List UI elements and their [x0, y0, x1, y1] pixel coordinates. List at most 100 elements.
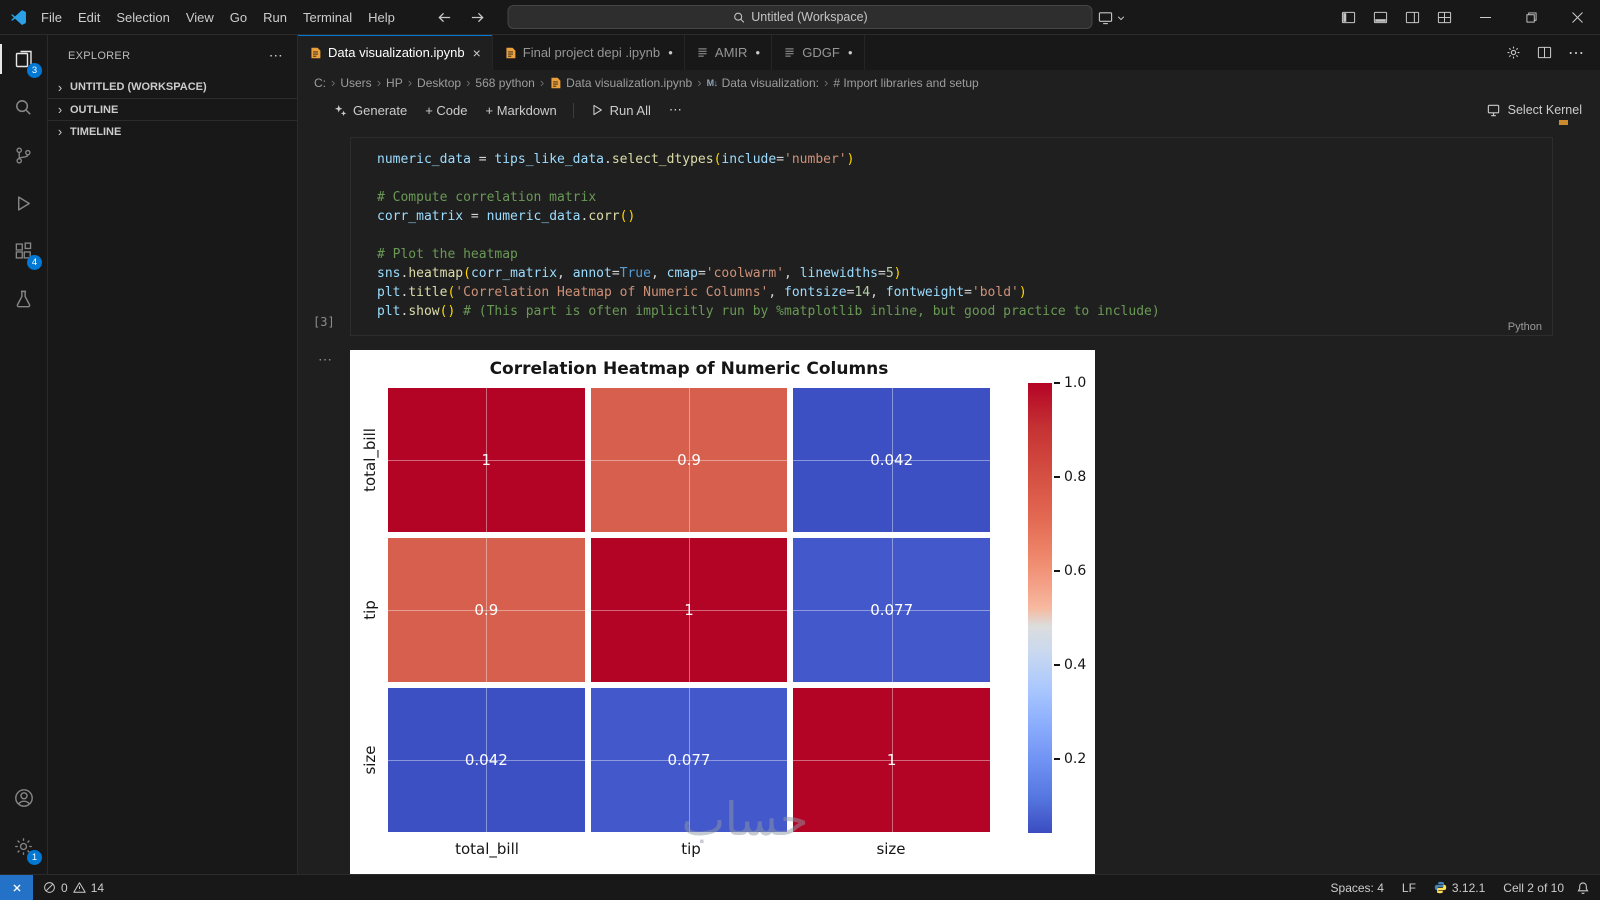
sidebar-title: EXPLORER	[68, 49, 131, 62]
select-kernel-button[interactable]: Select Kernel	[1486, 103, 1582, 118]
x-tick-label: size	[876, 840, 906, 858]
chevron-right-icon: ›	[57, 124, 63, 139]
status-spaces-4[interactable]: Spaces: 4	[1325, 875, 1390, 900]
activity-extensions-button[interactable]: 4	[0, 227, 47, 275]
tab-amir[interactable]: AMIR ●	[684, 35, 773, 70]
titlebar-actions-dropdown[interactable]	[1098, 0, 1126, 35]
breadcrumb-item-users[interactable]: Users	[340, 76, 371, 90]
colorbar-tick: 0.2	[1054, 751, 1086, 767]
breadcrumb-item-import-libraries-and-setup[interactable]: # Import libraries and setup	[833, 76, 978, 90]
status-cell-2-of-10[interactable]: Cell 2 of 10	[1497, 875, 1570, 900]
heatmap-grid: 1 0.9 0.042 0.9 1 0.077 0.042 0.077 1	[388, 388, 990, 832]
menu-file[interactable]: File	[33, 7, 70, 28]
activity-settings-button[interactable]: 1	[0, 822, 47, 870]
dirty-indicator[interactable]: ●	[668, 48, 673, 57]
window-controls	[1462, 0, 1600, 35]
notebook-icon	[309, 46, 322, 60]
toolbar-more-button[interactable]: ⋯	[661, 99, 690, 121]
tab-data-visualization-ipynb[interactable]: Data visualization.ipynb ×	[298, 35, 493, 70]
error-icon	[43, 881, 56, 894]
status-3-12-1[interactable]: 3.12.1	[1428, 875, 1491, 900]
run-all-button[interactable]: Run All	[582, 100, 659, 121]
source-control-icon	[13, 145, 34, 166]
sidebar-section-untitled-workspace[interactable]: › UNTITLED (WORKSPACE)	[48, 76, 297, 98]
heatmap-cell-total-bill-size: 0.042	[793, 388, 990, 532]
close-button[interactable]	[1554, 0, 1600, 35]
code-line[interactable]	[377, 169, 1544, 188]
forward-icon[interactable]	[470, 10, 485, 25]
tab-gdgf[interactable]: GDGF ●	[772, 35, 865, 70]
sidebar-section-timeline[interactable]: › TIMELINE	[48, 120, 297, 142]
configure-gear-icon[interactable]	[1506, 45, 1521, 60]
section-label: UNTITLED (WORKSPACE)	[70, 81, 207, 93]
toggle-sidebar-icon[interactable]	[1341, 10, 1356, 25]
activity-testing-button[interactable]	[0, 275, 47, 323]
more-actions-icon[interactable]: ⋯	[1568, 43, 1584, 63]
close-icon[interactable]: ×	[473, 45, 481, 61]
code-line[interactable]: sns.heatmap(corr_matrix, annot=True, cma…	[377, 264, 1544, 283]
chevron-down-icon	[1116, 13, 1126, 23]
breadcrumb-item-c[interactable]: C:	[314, 76, 326, 90]
menu-go[interactable]: Go	[222, 7, 255, 28]
breadcrumb-item-568-python[interactable]: 568 python	[475, 76, 534, 90]
sidebar-more-icon[interactable]: ⋯	[269, 47, 283, 64]
notebook-icon	[549, 76, 562, 90]
activity-accounts-button[interactable]	[0, 774, 47, 822]
notifications-bell[interactable]	[1570, 875, 1600, 900]
menu-selection[interactable]: Selection	[108, 7, 177, 28]
output-menu-button[interactable]: ⋯	[318, 351, 333, 368]
code-line[interactable]: corr_matrix = numeric_data.corr()	[377, 207, 1544, 226]
activity-run-debug-button[interactable]	[0, 179, 47, 227]
dirty-indicator[interactable]: ●	[755, 48, 760, 57]
activity-source-control-button[interactable]	[0, 131, 47, 179]
breadcrumb: C: › Users › HP › Desktop › 568 python › Data visu…	[298, 70, 1600, 95]
code-line[interactable]: # Plot the heatmap	[377, 245, 1544, 264]
menu-view[interactable]: View	[178, 7, 222, 28]
tab-final-project-depi-ipynb[interactable]: Final project depi .ipynb ●	[492, 35, 685, 70]
add-code-button[interactable]: + Code	[417, 100, 475, 121]
problems-indicator[interactable]: 0 14	[33, 875, 114, 900]
breadcrumb-item-data-visualization-ipynb[interactable]: Data visualization.ipynb	[549, 76, 692, 90]
remote-indicator[interactable]	[0, 875, 33, 900]
code-line[interactable]: plt.title('Correlation Heatmap of Numeri…	[377, 283, 1544, 302]
cell-language-picker[interactable]: Python	[1508, 321, 1542, 333]
heatmap-cell-tip-total-bill: 0.9	[388, 538, 585, 682]
menu-help[interactable]: Help	[360, 7, 403, 28]
status-lf[interactable]: LF	[1396, 875, 1422, 900]
dirty-indicator[interactable]: ●	[848, 48, 853, 57]
chart-title: Correlation Heatmap of Numeric Columns	[489, 359, 889, 379]
command-center-search[interactable]: Untitled (Workspace)	[507, 5, 1093, 29]
menu-terminal[interactable]: Terminal	[295, 7, 360, 28]
customize-layout-icon[interactable]	[1437, 10, 1452, 25]
sidebar-section-outline[interactable]: › OUTLINE	[48, 98, 297, 120]
warning-icon	[73, 881, 86, 894]
back-icon[interactable]	[437, 10, 452, 25]
code-line[interactable]	[377, 226, 1544, 245]
code-line[interactable]: # Compute correlation matrix	[377, 188, 1544, 207]
add-markdown-button[interactable]: + Markdown	[478, 100, 565, 121]
breadcrumb-item-desktop[interactable]: Desktop	[417, 76, 461, 90]
menu-run[interactable]: Run	[255, 7, 295, 28]
notebook-content: numeric_data = tips_like_data.select_dty…	[298, 125, 1600, 874]
breadcrumb-separator: ›	[823, 75, 829, 90]
code-line[interactable]: numeric_data = tips_like_data.select_dty…	[377, 150, 1544, 169]
colorbar-tick: 0.4	[1054, 657, 1086, 673]
toggle-panel-icon[interactable]	[1373, 10, 1388, 25]
badge-count: 1	[27, 850, 42, 865]
menu-edit[interactable]: Edit	[70, 7, 108, 28]
toggle-secondary-sidebar-icon[interactable]	[1405, 10, 1420, 25]
activity-search-button[interactable]	[0, 83, 47, 131]
editor-actions: ⋯	[1506, 35, 1600, 70]
breadcrumb-item-data-visualization[interactable]: M↓ Data visualization:	[707, 76, 819, 90]
file-icon	[783, 46, 796, 59]
code-cell[interactable]: numeric_data = tips_like_data.select_dty…	[313, 137, 1553, 336]
split-editor-icon[interactable]	[1537, 45, 1552, 60]
activity-explorer-button[interactable]: 3	[0, 35, 47, 83]
colorbar	[1028, 383, 1052, 833]
code-editor[interactable]: numeric_data = tips_like_data.select_dty…	[377, 150, 1544, 321]
minimize-button[interactable]	[1462, 0, 1508, 35]
restore-button[interactable]	[1508, 0, 1554, 35]
breadcrumb-item-hp[interactable]: HP	[386, 76, 403, 90]
generate-button[interactable]: Generate	[326, 100, 415, 121]
code-line[interactable]: plt.show() # (This part is often implici…	[377, 302, 1544, 321]
